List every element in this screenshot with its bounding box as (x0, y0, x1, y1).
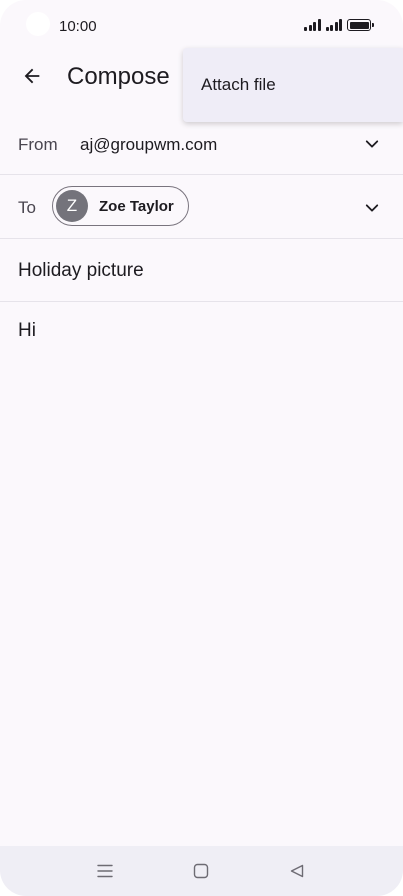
signal-icon (325, 19, 342, 31)
to-label: To (18, 198, 36, 217)
subject-row[interactable]: Holiday picture (0, 239, 403, 302)
status-time: 10:00 (59, 18, 97, 35)
chevron-down-icon[interactable] (363, 199, 381, 217)
from-address[interactable]: aj@groupwm.com (80, 135, 217, 155)
subject-input[interactable]: Holiday picture (18, 260, 144, 282)
compose-screen: 10:00 Compose From aj@groupwm.com To Z Z… (0, 0, 403, 896)
overflow-menu: Attach file (183, 48, 403, 122)
avatar: Z (56, 190, 88, 222)
status-bar: 10:00 (0, 0, 403, 52)
body-input[interactable]: Hi (18, 320, 36, 342)
signal-icon (304, 19, 321, 31)
battery-icon (347, 19, 374, 31)
camera-cutout (26, 12, 50, 36)
home-icon[interactable] (192, 862, 210, 880)
page-title: Compose (67, 63, 170, 90)
menu-item-attach-file[interactable]: Attach file (201, 75, 276, 95)
to-row[interactable]: To Z Zoe Taylor (0, 175, 403, 239)
back-triangle-icon[interactable] (288, 862, 306, 880)
recipient-chip[interactable]: Z Zoe Taylor (52, 186, 189, 226)
menu-icon[interactable] (96, 862, 114, 880)
back-arrow-icon[interactable] (18, 62, 46, 90)
status-icons (304, 19, 374, 31)
chevron-down-icon[interactable] (363, 135, 381, 153)
from-label: From (18, 135, 58, 154)
navigation-bar (0, 846, 403, 896)
recipient-name: Zoe Taylor (99, 197, 174, 215)
